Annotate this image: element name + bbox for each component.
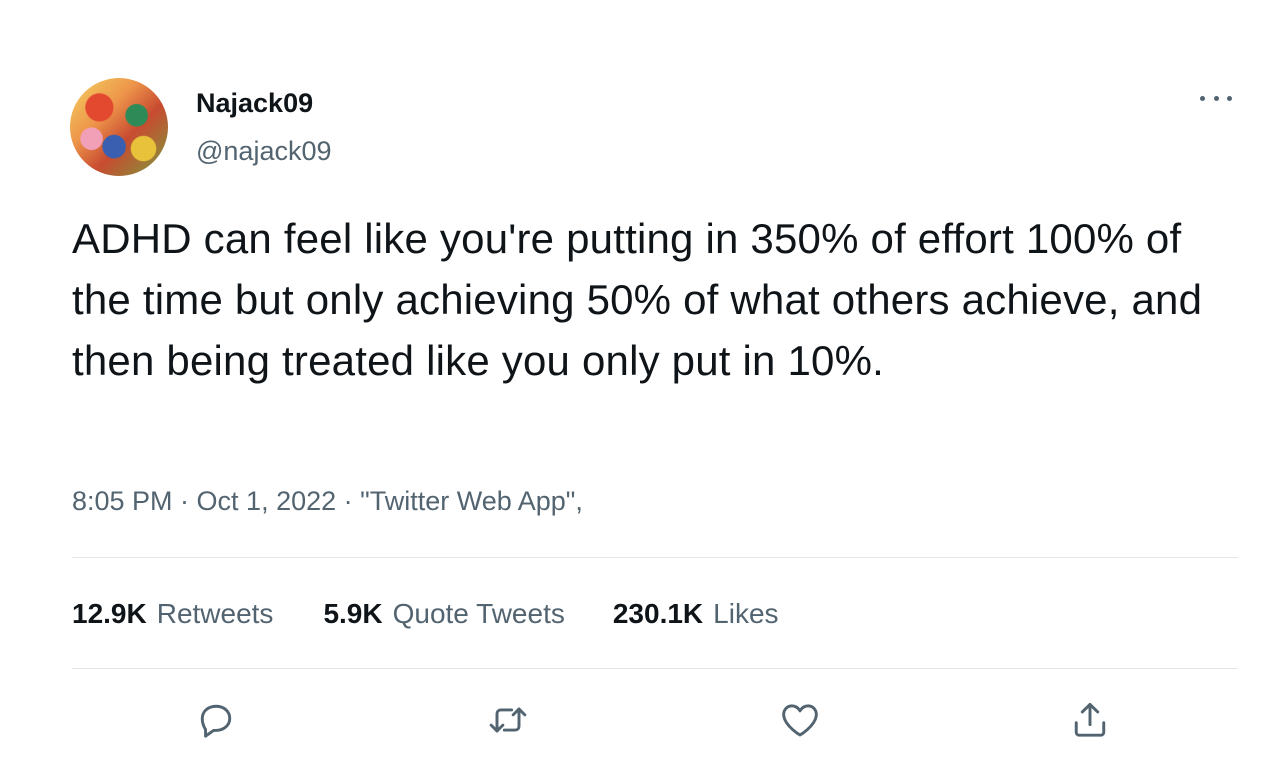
likes-stat[interactable]: 230.1K Likes	[613, 598, 779, 630]
reply-icon	[200, 704, 232, 738]
quote-tweets-count: 5.9K	[323, 598, 383, 629]
likes-label: Likes	[713, 598, 779, 629]
retweets-stat[interactable]: 12.9K Retweets	[72, 598, 273, 630]
share-button[interactable]	[1066, 696, 1114, 744]
retweets-count: 12.9K	[72, 598, 147, 629]
heart-icon	[782, 704, 818, 737]
author-handle[interactable]: @najack09	[196, 136, 332, 167]
reply-button[interactable]	[192, 696, 240, 744]
quote-tweets-stat[interactable]: 5.9K Quote Tweets	[323, 598, 564, 630]
tweet-card: Najack09 @najack09 ADHD can feel like yo…	[0, 0, 1284, 777]
tweet-meta[interactable]: 8:05 PM · Oct 1, 2022 · "Twitter Web App…	[72, 486, 583, 517]
more-options-icon[interactable]	[1196, 86, 1236, 110]
quote-tweets-label: Quote Tweets	[392, 598, 565, 629]
more-dot	[1227, 95, 1232, 101]
author-display-name[interactable]: Najack09	[196, 88, 313, 119]
share-icon	[1074, 702, 1106, 737]
retweet-icon	[489, 707, 527, 733]
tweet-text: ADHD can feel like you're putting in 350…	[72, 215, 1203, 384]
divider	[72, 557, 1238, 558]
action-bar	[0, 696, 1284, 746]
tweet-stats: 12.9K Retweets 5.9K Quote Tweets 230.1K …	[72, 598, 779, 630]
retweet-button[interactable]	[484, 696, 532, 744]
more-dot	[1213, 95, 1219, 101]
more-dot	[1200, 95, 1205, 101]
avatar[interactable]	[70, 78, 168, 176]
retweets-label: Retweets	[156, 598, 274, 629]
likes-count: 230.1K	[612, 598, 704, 629]
like-button[interactable]	[776, 696, 824, 744]
divider	[72, 668, 1238, 669]
